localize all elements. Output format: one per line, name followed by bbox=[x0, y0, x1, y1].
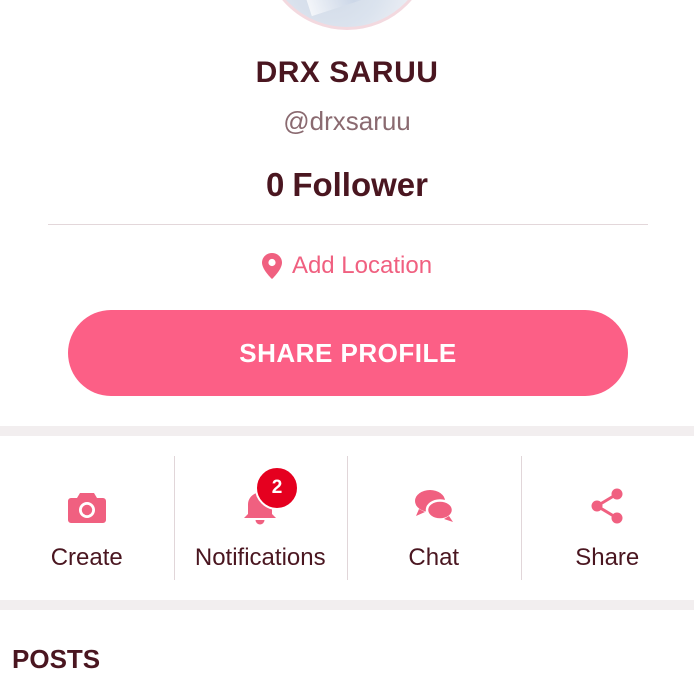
posts-section-title: POSTS bbox=[12, 644, 101, 674]
camera-icon bbox=[67, 493, 106, 523]
notifications-label: Notifications bbox=[194, 544, 326, 571]
avatar-image-detail bbox=[302, 0, 398, 17]
notifications-button[interactable]: Notifications bbox=[173, 436, 348, 600]
action-bar: Create Notifications Chat Share bbox=[0, 436, 694, 600]
share-icon bbox=[591, 488, 623, 524]
divider bbox=[48, 224, 648, 225]
create-label: Create bbox=[50, 544, 123, 571]
follower-count[interactable]: 0 Follower bbox=[0, 166, 694, 204]
location-pin-icon bbox=[261, 253, 282, 279]
share-profile-button[interactable]: SHARE PROFILE bbox=[68, 310, 628, 396]
follower-count-value: 0 bbox=[265, 166, 285, 203]
avatar[interactable] bbox=[262, 0, 432, 30]
add-location-link[interactable]: Add Location bbox=[0, 252, 694, 280]
profile-handle: @drxsaruu bbox=[283, 106, 411, 136]
add-location-label: Add Location bbox=[291, 252, 433, 279]
follower-count-label: Follower bbox=[292, 166, 429, 203]
create-button[interactable]: Create bbox=[0, 436, 174, 600]
profile-screen: DRX SARUU @drxsaruu 0 Follower Add Locati… bbox=[0, 0, 694, 694]
chat-label: Chat bbox=[408, 544, 460, 571]
profile-name: DRX SARUU bbox=[255, 56, 439, 89]
chat-bubbles-icon bbox=[414, 490, 454, 522]
section-separator bbox=[0, 600, 694, 610]
section-separator bbox=[0, 426, 694, 436]
chat-button[interactable]: Chat bbox=[347, 436, 521, 600]
share-label: Share bbox=[575, 544, 640, 571]
notification-badge: 2 bbox=[255, 466, 299, 510]
share-button[interactable]: Share bbox=[520, 436, 694, 600]
